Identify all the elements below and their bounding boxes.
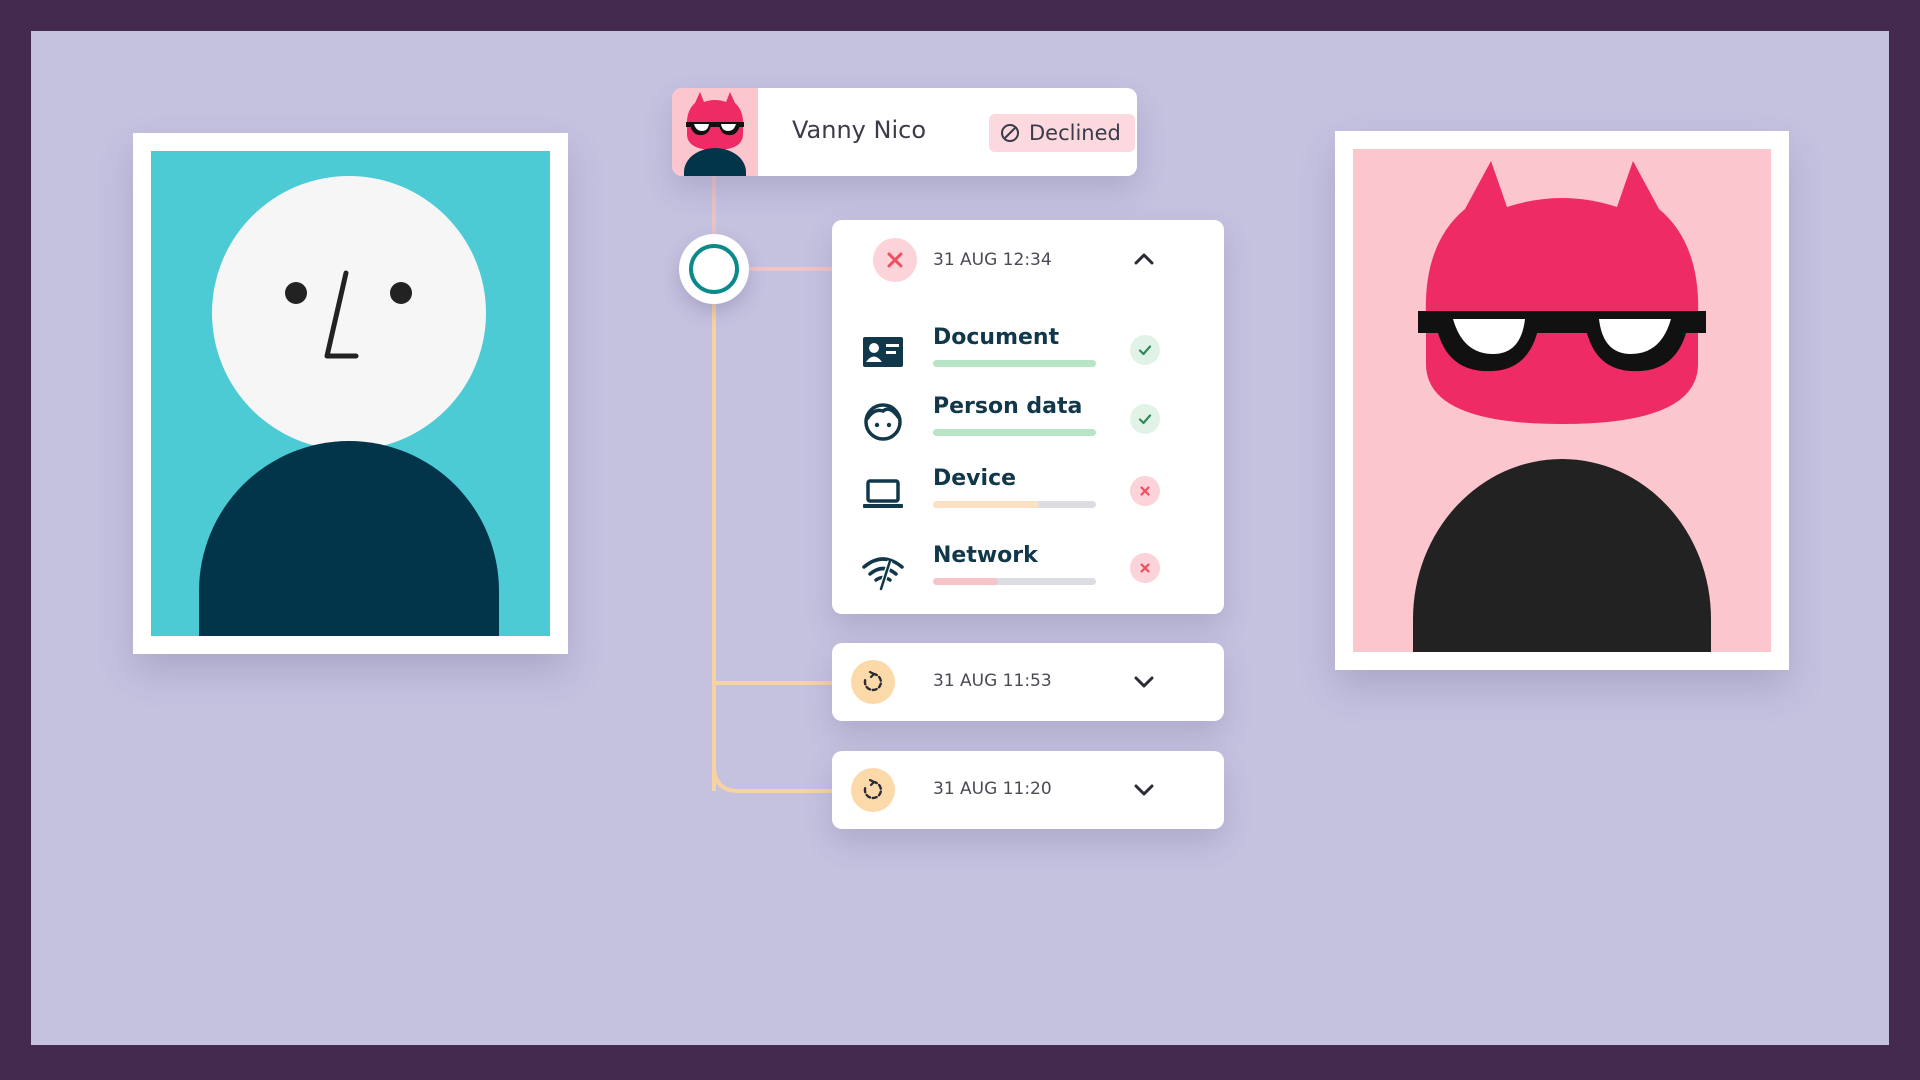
timeline-node [679, 234, 749, 304]
chevron-up-icon[interactable] [1130, 245, 1158, 273]
progress-ring-icon [689, 244, 739, 294]
check-progress-bar [933, 578, 1096, 585]
fraud-user-portrait-frame [1335, 131, 1789, 670]
verification-time: 31 AUG 11:53 [933, 671, 1052, 691]
id-card-icon [860, 329, 906, 375]
verification-entry-collapsed[interactable]: 31 AUG 11:20 [832, 751, 1224, 829]
genuine-user-portrait-frame [133, 133, 568, 654]
verification-entry-header[interactable]: 31 AUG 12:34 [832, 220, 1224, 290]
check-progress-bar [933, 501, 1096, 508]
check-progress-bar [933, 360, 1096, 367]
check-label: Network [933, 543, 1038, 568]
avatar [672, 88, 758, 176]
check-row-person-data[interactable]: Person data [832, 394, 1224, 454]
check-row-document[interactable]: Document [832, 325, 1224, 385]
pending-status-dot [851, 768, 895, 812]
status-badge-label: Declined [1029, 121, 1121, 145]
chevron-down-icon[interactable] [1130, 776, 1158, 804]
check-label: Device [933, 466, 1017, 491]
status-badge: Declined [989, 114, 1135, 152]
check-icon [1138, 414, 1152, 425]
check-label: Person data [933, 394, 1083, 419]
failed-status-dot [1130, 553, 1160, 583]
refresh-icon [863, 778, 883, 800]
verification-time: 31 AUG 12:34 [933, 250, 1052, 270]
smiling-person-illustration [151, 151, 550, 636]
user-card[interactable]: Vanny Nico Declined [672, 88, 1137, 176]
laptop-icon [860, 470, 906, 516]
fraud-user-portrait [1353, 149, 1771, 652]
passed-status-dot [1130, 404, 1160, 434]
check-label: Document [933, 325, 1060, 350]
pending-status-dot [851, 660, 895, 704]
verification-entry-expanded: 31 AUG 12:34 Document Person data Device… [832, 220, 1224, 614]
x-icon [887, 252, 903, 268]
check-progress-bar [933, 429, 1096, 436]
check-row-network[interactable]: Network [832, 543, 1224, 603]
wifi-icon [860, 547, 906, 593]
canvas: Vanny Nico Declined 31 AUG 12:34 Documen… [31, 31, 1889, 1045]
check-progress-fill [933, 429, 1096, 436]
x-icon [1140, 563, 1150, 573]
refresh-icon [863, 670, 883, 692]
declined-icon [1001, 124, 1019, 142]
x-icon [1140, 486, 1150, 496]
verification-entry-collapsed[interactable]: 31 AUG 11:53 [832, 643, 1224, 721]
check-row-device[interactable]: Device [832, 466, 1224, 526]
check-progress-fill [933, 501, 1039, 508]
failed-status-dot [873, 238, 917, 282]
face-icon [860, 398, 906, 444]
verification-time: 31 AUG 11:20 [933, 779, 1052, 799]
failed-status-dot [1130, 476, 1160, 506]
genuine-user-portrait [151, 151, 550, 636]
masked-devil-avatar-icon [672, 88, 758, 176]
user-name: Vanny Nico [792, 116, 927, 144]
masked-devil-illustration [1353, 149, 1771, 652]
passed-status-dot [1130, 335, 1160, 365]
check-progress-fill [933, 360, 1096, 367]
check-progress-fill [933, 578, 999, 585]
chevron-down-icon[interactable] [1130, 668, 1158, 696]
check-icon [1138, 345, 1152, 356]
